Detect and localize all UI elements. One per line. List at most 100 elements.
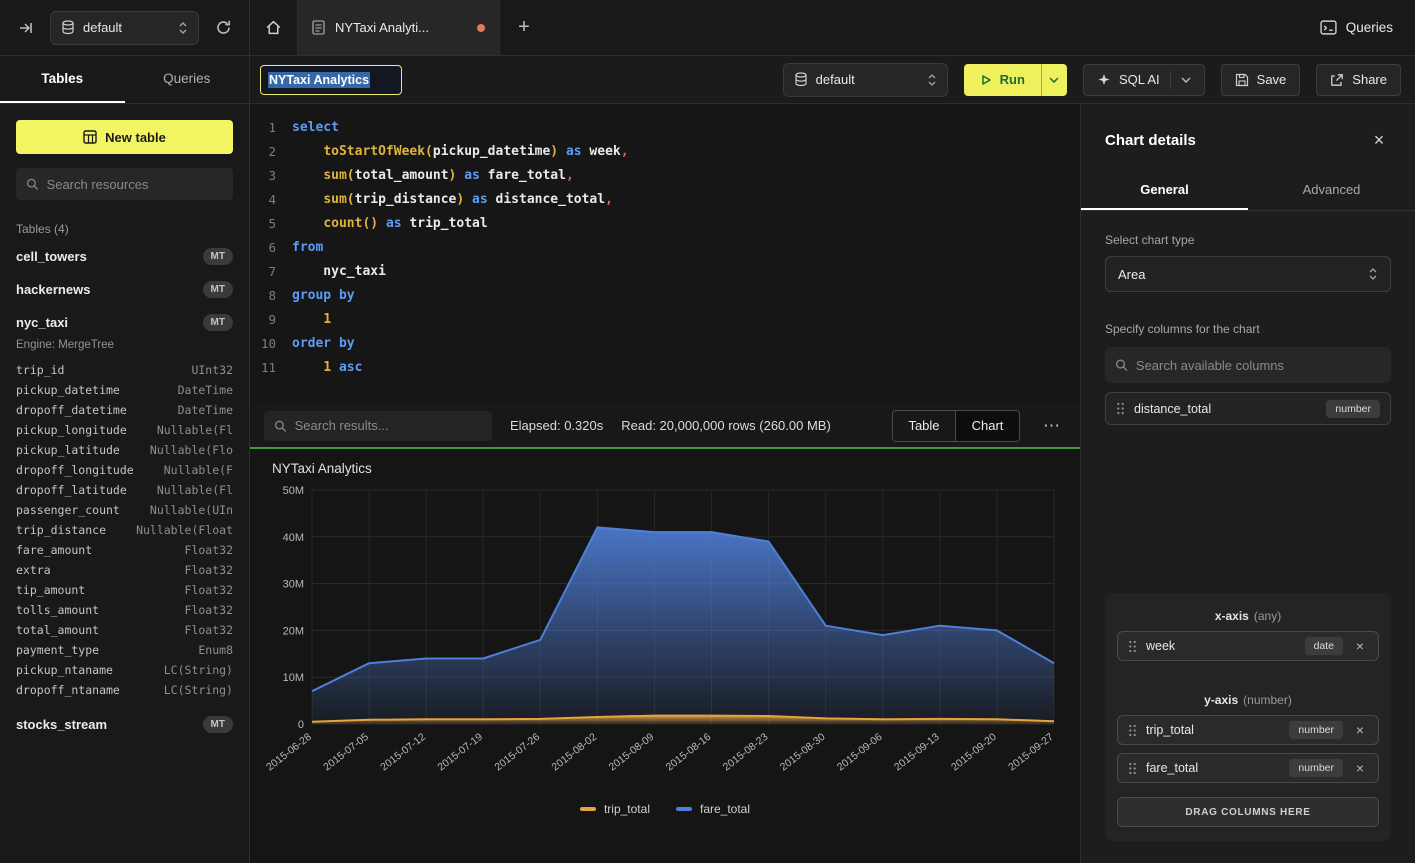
column-row[interactable]: pickup_latitudeNullable(Flo — [16, 440, 233, 460]
column-type: Nullable(F — [164, 463, 233, 477]
svg-text:2015-09-20: 2015-09-20 — [949, 731, 999, 774]
results-more-button[interactable]: ⋯ — [1038, 412, 1066, 440]
svg-text:2015-08-23: 2015-08-23 — [721, 731, 771, 774]
code-text: nyc_taxi — [292, 260, 386, 284]
svg-text:50M: 50M — [283, 485, 304, 497]
column-row[interactable]: pickup_ntaname LC(String) — [16, 660, 233, 680]
drag-handle-icon[interactable] — [1128, 762, 1137, 775]
search-icon — [274, 419, 287, 433]
tab-nytaxi-analytics[interactable]: NYTaxi Analyti... — [298, 0, 500, 55]
sidebar: Tables Queries New table Tables (4) cell… — [0, 56, 250, 863]
column-type: LC(String) — [164, 663, 233, 677]
tab-advanced[interactable]: Advanced — [1248, 170, 1415, 210]
remove-column-button[interactable]: × — [1352, 722, 1368, 738]
table-name: stocks_stream — [16, 717, 107, 732]
topbar-right: Queries — [1320, 0, 1415, 55]
share-icon — [1330, 73, 1344, 87]
run-options-button[interactable] — [1041, 64, 1067, 96]
column-pill[interactable]: fare_totalnumber× — [1117, 753, 1379, 783]
share-button[interactable]: Share — [1316, 64, 1401, 96]
collapse-sidebar-button[interactable] — [12, 14, 40, 42]
remove-column-button[interactable]: × — [1352, 760, 1368, 776]
queries-button[interactable]: Queries — [1320, 20, 1393, 35]
save-button[interactable]: Save — [1221, 64, 1301, 96]
table-row[interactable]: nyc_taxiMT — [16, 306, 233, 339]
refresh-button[interactable] — [209, 14, 237, 42]
table-engine-badge: MT — [203, 314, 233, 331]
column-type-badge: number — [1326, 400, 1380, 418]
area-chart[interactable]: 010M20M30M40M50M2015-06-282015-07-052015… — [266, 480, 1064, 802]
code-text: count() as trip_total — [292, 212, 488, 236]
view-table-button[interactable]: Table — [892, 410, 956, 442]
column-row[interactable]: payment_typeEnum8 — [16, 640, 233, 660]
column-type: Nullable(UIn — [150, 503, 233, 517]
column-pill[interactable]: distance_totalnumber — [1105, 392, 1391, 425]
chevrons-updown-icon — [927, 73, 937, 87]
column-pill[interactable]: weekdate× — [1117, 631, 1379, 661]
chevron-down-icon — [1049, 77, 1059, 83]
column-type: Float32 — [185, 623, 233, 637]
run-button[interactable]: Run — [964, 64, 1041, 96]
home-tab[interactable] — [250, 0, 298, 55]
column-type-badge: date — [1305, 637, 1343, 655]
collapse-arrow-icon — [18, 20, 34, 36]
queries-console-icon — [1320, 20, 1337, 35]
topbar-database-selector[interactable]: default — [50, 11, 199, 45]
legend-item[interactable]: trip_total — [580, 802, 650, 816]
column-type: DateTime — [178, 383, 233, 397]
view-chart-button[interactable]: Chart — [956, 410, 1020, 442]
legend-swatch — [676, 807, 692, 811]
column-pill-name: trip_total — [1146, 723, 1194, 737]
remove-column-button[interactable]: × — [1352, 638, 1368, 654]
drag-handle-icon[interactable] — [1128, 640, 1137, 653]
sidebar-tab-queries[interactable]: Queries — [125, 56, 250, 103]
table-row[interactable]: cell_towersMT — [16, 240, 233, 273]
line-number: 3 — [250, 164, 292, 188]
sidebar-search-input[interactable] — [47, 177, 223, 192]
drag-handle-icon[interactable] — [1128, 724, 1137, 737]
chart-type-select[interactable]: Area — [1105, 256, 1391, 292]
column-row[interactable]: dropoff_latitudeNullable(Fl — [16, 480, 233, 500]
column-row[interactable]: dropoff_longitudeNullable(F — [16, 460, 233, 480]
view-toggle: Table Chart — [892, 410, 1020, 442]
column-type: DateTime — [178, 403, 233, 417]
column-row[interactable]: dropoff_datetimeDateTime — [16, 400, 233, 420]
tab-general[interactable]: General — [1081, 170, 1248, 210]
drag-handle-icon[interactable] — [1116, 402, 1125, 415]
line-number: 10 — [250, 332, 292, 356]
column-row[interactable]: tip_amountFloat32 — [16, 580, 233, 600]
column-row[interactable]: fare_amountFloat32 — [16, 540, 233, 560]
column-row[interactable]: pickup_longitudeNullable(Fl — [16, 420, 233, 440]
table-name: cell_towers — [16, 249, 87, 264]
table-name: hackernews — [16, 282, 90, 297]
sidebar-tab-tables[interactable]: Tables — [0, 56, 125, 103]
table-row[interactable]: hackernewsMT — [16, 273, 233, 306]
column-name: fare_amount — [16, 543, 92, 557]
new-table-button[interactable]: New table — [16, 120, 233, 154]
column-pill[interactable]: trip_totalnumber× — [1117, 715, 1379, 745]
column-row[interactable]: tolls_amountFloat32 — [16, 600, 233, 620]
column-row[interactable]: pickup_datetimeDateTime — [16, 380, 233, 400]
column-row[interactable]: trip_distanceNullable(Float — [16, 520, 233, 540]
column-row[interactable]: trip_idUInt32 — [16, 360, 233, 380]
results-search-input[interactable] — [295, 418, 482, 433]
sql-editor[interactable]: 1select2 toStartOfWeek(pickup_datetime) … — [250, 104, 1080, 404]
column-row[interactable]: dropoff_ntanameLC(String) — [16, 680, 233, 700]
query-database-selector[interactable]: default — [783, 63, 948, 97]
close-panel-button[interactable]: × — [1367, 128, 1391, 152]
results-search — [264, 411, 492, 441]
columns-search-input[interactable] — [1136, 358, 1381, 373]
drag-columns-dropzone[interactable]: DRAG COLUMNS HERE — [1117, 797, 1379, 827]
column-row[interactable]: passenger_countNullable(UIn — [16, 500, 233, 520]
line-number: 7 — [250, 260, 292, 284]
chevron-down-icon — [1181, 77, 1191, 83]
sql-ai-button[interactable]: SQL AI — [1083, 64, 1205, 96]
line-number: 1 — [250, 116, 292, 140]
query-title-input[interactable]: NYTaxi Analytics — [260, 65, 402, 95]
column-row[interactable]: extraFloat32 — [16, 560, 233, 580]
table-row[interactable]: stocks_streamMT — [16, 708, 233, 741]
new-tab-button[interactable]: + — [500, 0, 548, 55]
column-row[interactable]: total_amountFloat32 — [16, 620, 233, 640]
column-name: pickup_ntaname — [16, 663, 113, 677]
legend-item[interactable]: fare_total — [676, 802, 750, 816]
